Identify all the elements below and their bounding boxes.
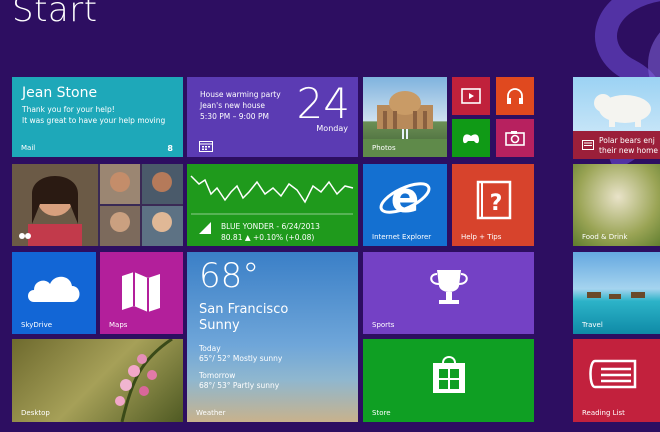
video-tile[interactable] [452,77,490,115]
skydrive-tile[interactable]: SkyDrive [12,252,96,334]
maps-label: Maps [109,321,128,329]
mail-unread-count: 8 [167,144,173,153]
store-tile[interactable]: Store [363,339,534,422]
stock-symbol-date: BLUE YONDER - 6/24/2013 [221,222,320,231]
skydrive-label: SkyDrive [21,321,53,329]
svg-text:?: ? [490,191,503,216]
food-drink-tile[interactable]: Food & Drink [573,164,660,246]
mail-tile[interactable]: Jean Stone Thank you for your help! It w… [12,77,183,157]
calendar-time: 5:30 PM – 9:00 PM [200,112,269,121]
travel-tile[interactable]: Travel [573,252,660,334]
polar-bear-photo-icon [594,94,651,127]
camera-tile[interactable] [496,119,534,157]
travel-label: Travel [582,321,603,329]
weather-tile[interactable]: 68° San Francisco Sunny Today 65°/ 52° M… [187,252,358,422]
store-label: Store [372,409,391,417]
photos-label: Photos [372,144,396,152]
headphones-icon [507,88,523,104]
weather-condition: Sunny [199,318,240,333]
desktop-label: Desktop [21,409,50,417]
mail-label: Mail [21,144,36,152]
food-drink-label: Food & Drink [582,233,628,241]
internet-explorer-tile[interactable]: e Internet Explorer [363,164,447,246]
help-tips-label: Help + Tips [461,233,502,241]
desktop-tile[interactable]: Desktop [12,339,183,422]
news-icon [582,140,594,150]
start-title: Start [12,0,98,30]
reading-list-tile[interactable]: Reading List [573,339,660,422]
people-tile[interactable] [12,164,183,246]
mail-sender: Jean Stone [22,85,98,101]
video-icon [461,88,481,104]
maps-tile[interactable]: Maps [100,252,183,334]
news-headline-line2: their new home [599,146,659,155]
weather-city: San Francisco [199,302,289,317]
mail-preview-line1: Thank you for your help! [22,105,115,114]
games-tile[interactable] [452,119,490,157]
svg-text:e: e [391,173,420,222]
calendar-event: House warming party [200,90,281,99]
people-faces-icon [12,164,183,246]
reading-list-label: Reading List [582,409,625,417]
help-tips-tile[interactable]: ? Help + Tips [452,164,534,246]
internet-explorer-label: Internet Explorer [372,233,432,241]
sports-label: Sports [372,321,395,329]
weather-tomorrow-forecast: 68°/ 53° Partly sunny [199,381,280,390]
calendar-weekday: Monday [316,124,348,133]
weather-today-label: Today [199,344,221,353]
camera-icon [505,131,525,146]
news-headline-line1: Polar bears enj [599,136,655,145]
calendar-icon [199,141,213,152]
weather-temperature: 68° [199,256,260,296]
music-tile[interactable] [496,77,534,115]
sports-tile[interactable]: Sports [363,252,534,334]
calendar-day: 24 [296,79,350,128]
xbox-controller-icon [463,134,479,144]
stock-value-change: 80.81 ▲ +0.10% (+0.08) [221,233,315,242]
calendar-location: Jean's new house [200,101,266,110]
mail-preview-line2: It was great to have your help moving [22,116,166,125]
weather-today-forecast: 65°/ 52° Mostly sunny [199,354,283,363]
calendar-tile[interactable]: House warming party Jean's new house 5:3… [187,77,358,157]
news-tile[interactable]: Polar bears enj their new home [573,77,660,159]
weather-tomorrow-label: Tomorrow [199,371,236,380]
weather-label: Weather [196,409,226,417]
photos-tile[interactable]: Photos [363,77,447,157]
finance-tile[interactable]: BLUE YONDER - 6/24/2013 80.81 ▲ +0.10% (… [187,164,358,246]
